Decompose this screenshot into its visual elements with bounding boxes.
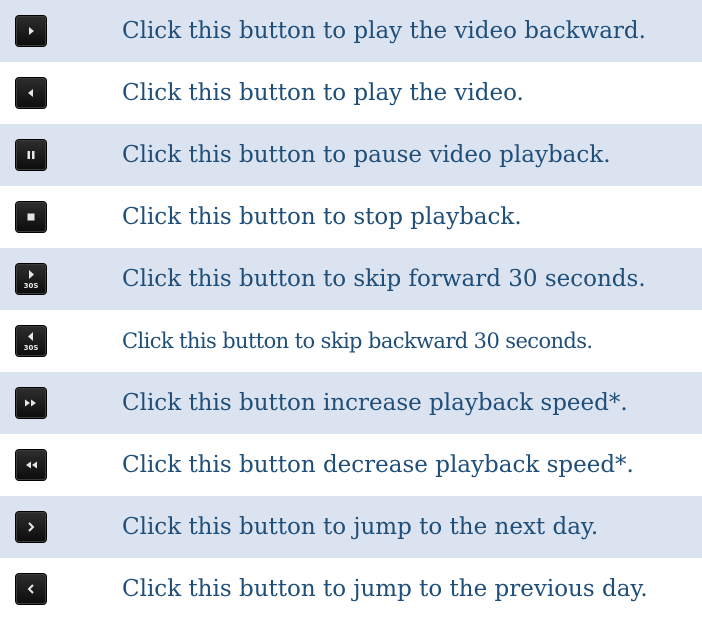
previous-day-button[interactable]	[16, 574, 46, 604]
pause-button[interactable]	[16, 140, 46, 170]
stop-icon	[27, 213, 35, 221]
table-row: 30S Click this button to skip backward 3…	[0, 310, 702, 372]
skip-forward-30s-icon: 30S	[24, 270, 39, 290]
table-row: Click this button increase playback spee…	[0, 372, 702, 434]
row-description: Click this button to pause video playbac…	[122, 141, 611, 168]
skip-label: 30S	[24, 282, 39, 290]
play-backward-icon	[29, 27, 34, 35]
skip-backward-30s-icon: 30S	[24, 332, 39, 352]
playback-controls-table: Click this button to play the video back…	[0, 0, 702, 620]
row-description: Click this button to skip forward 30 sec…	[122, 265, 646, 292]
skip-backward-30s-button[interactable]: 30S	[16, 326, 46, 356]
rewind-button[interactable]	[16, 450, 46, 480]
skip-label: 30S	[24, 344, 39, 352]
row-description: Click this button to stop playback.	[122, 203, 522, 230]
stop-button[interactable]	[16, 202, 46, 232]
row-description: Click this button to jump to the previou…	[122, 575, 648, 602]
row-description: Click this button to jump to the next da…	[122, 513, 599, 540]
table-row: Click this button to play the video back…	[0, 0, 702, 62]
pause-icon	[27, 151, 35, 159]
table-row: Click this button decrease playback spee…	[0, 434, 702, 496]
previous-day-icon	[27, 584, 34, 594]
fast-forward-button[interactable]	[16, 388, 46, 418]
play-icon	[28, 89, 33, 97]
table-row: Click this button to jump to the previou…	[0, 558, 702, 620]
row-description: Click this button to play the video.	[122, 79, 524, 106]
fast-forward-icon	[25, 399, 36, 407]
table-row: Click this button to stop playback.	[0, 186, 702, 248]
row-description: Click this button to play the video back…	[122, 17, 646, 44]
skip-forward-30s-button[interactable]: 30S	[16, 264, 46, 294]
table-row: Click this button to pause video playbac…	[0, 124, 702, 186]
table-row: Click this button to play the video.	[0, 62, 702, 124]
play-backward-button[interactable]	[16, 16, 46, 46]
next-day-icon	[28, 522, 35, 532]
row-description: Click this button to skip backward 30 se…	[122, 328, 593, 353]
play-button[interactable]	[16, 78, 46, 108]
rewind-icon	[26, 461, 37, 469]
table-row: 30S Click this button to skip forward 30…	[0, 248, 702, 310]
row-description: Click this button decrease playback spee…	[122, 451, 634, 478]
table-row: Click this button to jump to the next da…	[0, 496, 702, 558]
next-day-button[interactable]	[16, 512, 46, 542]
row-description: Click this button increase playback spee…	[122, 389, 628, 416]
